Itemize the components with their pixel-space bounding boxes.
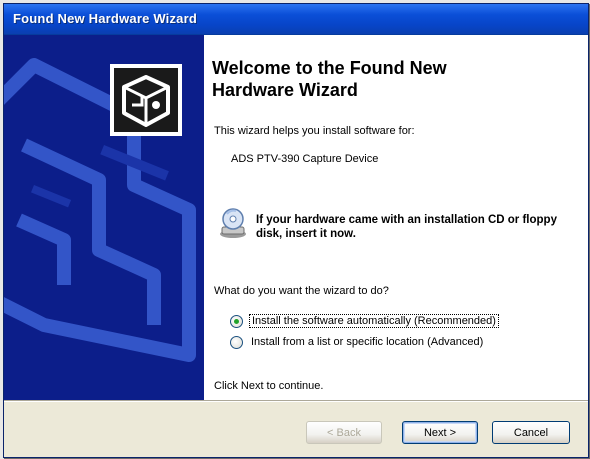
question-text: What do you want the wizard to do? xyxy=(214,285,389,297)
continue-text: Click Next to continue. xyxy=(214,380,324,392)
radio-unselected[interactable] xyxy=(230,335,243,349)
wizard-content: Welcome to the Found New Hardware Wizard… xyxy=(204,35,588,400)
window-title: Found New Hardware Wizard xyxy=(13,11,198,26)
hardware-wizard-icon xyxy=(110,64,182,136)
intro-text: This wizard helps you install software f… xyxy=(214,125,415,137)
option-label[interactable]: Install the software automatically (Reco… xyxy=(249,314,499,328)
option-install-automatically[interactable]: Install the software automatically (Reco… xyxy=(230,313,499,329)
cancel-button[interactable]: Cancel xyxy=(492,421,570,444)
device-name: ADS PTV-390 Capture Device xyxy=(231,153,379,165)
wizard-side-panel xyxy=(4,35,204,400)
option-label[interactable]: Install from a list or specific location… xyxy=(249,336,485,348)
cd-instruction: If your hardware came with an installati… xyxy=(256,214,557,240)
button-divider xyxy=(4,400,588,402)
page-title: Welcome to the Found New Hardware Wizard xyxy=(212,58,447,100)
side-panel-artwork xyxy=(4,35,204,400)
option-install-from-list[interactable]: Install from a list or specific location… xyxy=(230,334,485,350)
back-button[interactable]: < Back xyxy=(306,421,382,444)
installation-cd-icon xyxy=(218,207,248,239)
title-bar[interactable]: Found New Hardware Wizard xyxy=(4,4,588,35)
wizard-window: Found New Hardware Wizard Welcome to the… xyxy=(3,3,589,458)
radio-selected[interactable] xyxy=(230,314,243,328)
next-button[interactable]: Next > xyxy=(402,421,478,444)
